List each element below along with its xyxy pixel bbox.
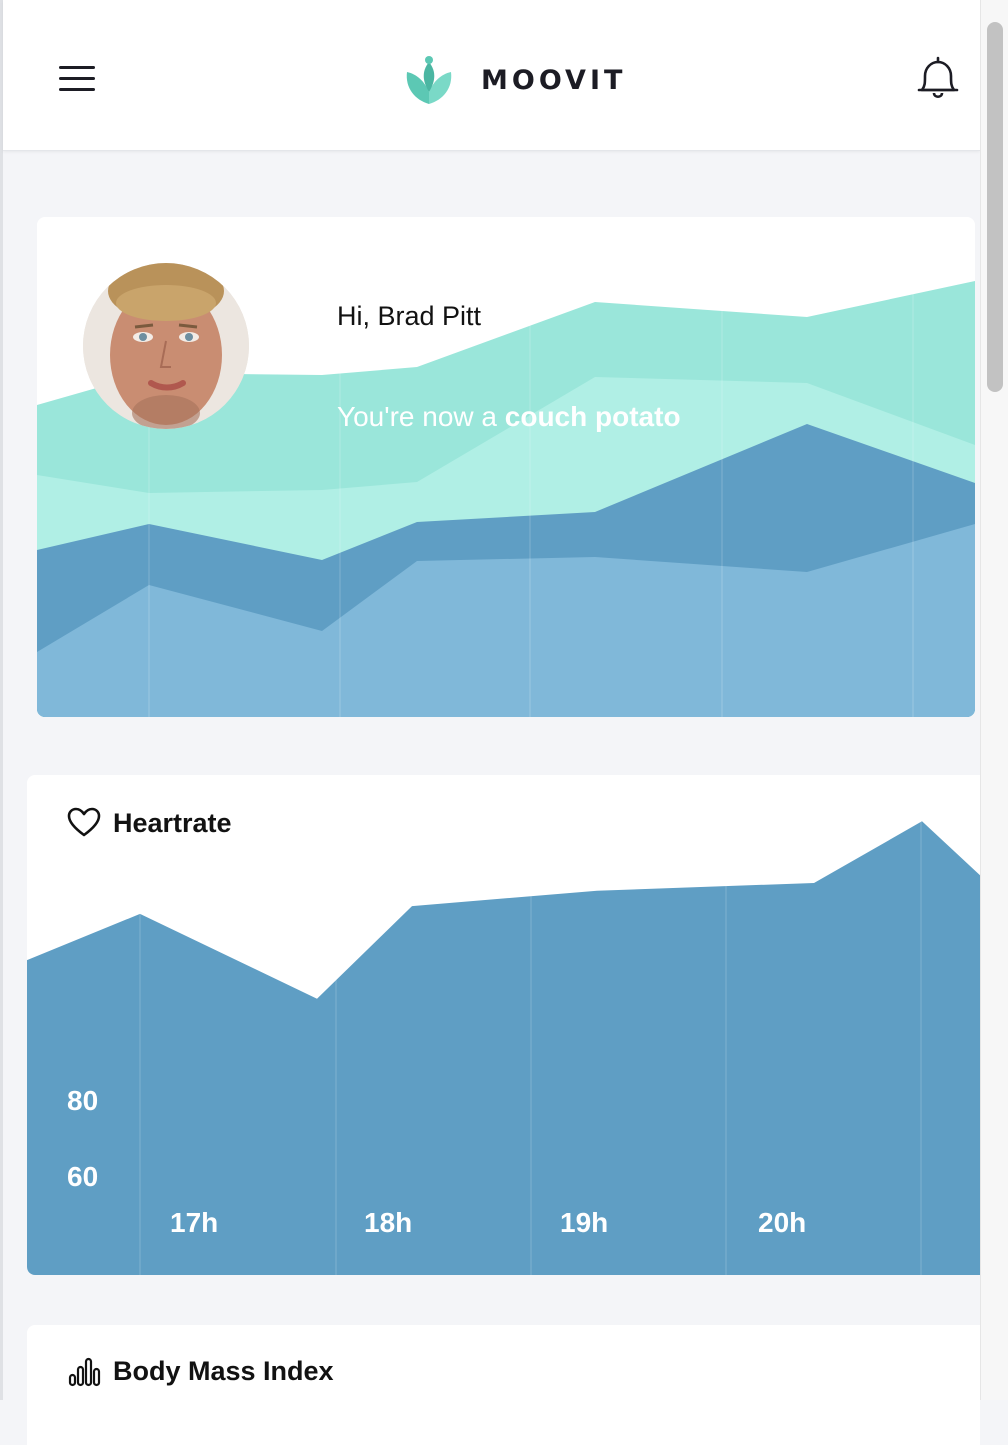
x-tick-label: 17h <box>170 1207 218 1238</box>
x-tick-label: 18h <box>364 1207 412 1238</box>
app-header: MOOVIT <box>3 0 980 151</box>
x-tick-label: 20h <box>758 1207 806 1238</box>
bmi-title: Body Mass Index <box>67 1355 334 1387</box>
window-left-edge <box>0 0 3 1400</box>
heartrate-title: Heartrate <box>67 807 232 839</box>
hamburger-menu-icon[interactable] <box>55 58 99 98</box>
y-tick-label: 60 <box>67 1161 98 1192</box>
heartrate-chart: 80 60 17h 18h 19h 20h <box>27 775 980 1275</box>
bmi-title-label: Body Mass Index <box>113 1355 334 1386</box>
x-tick-label: 19h <box>560 1207 608 1238</box>
greeting-text: Hi, Brad Pitt <box>337 301 482 331</box>
status-message: You're now a couch potato <box>337 401 681 433</box>
hero-card: Hi, Brad Pitt You're now a couch potato <box>37 217 975 717</box>
bar-chart-icon <box>68 1357 101 1387</box>
status-highlight: couch potato <box>504 401 681 432</box>
bell-icon[interactable] <box>911 56 965 102</box>
y-tick-label: 80 <box>67 1085 98 1116</box>
heartrate-card: 80 60 17h 18h 19h 20h Heartrate <box>27 775 980 1275</box>
app-logo[interactable]: MOOVIT <box>401 52 626 108</box>
heartrate-title-label: Heartrate <box>113 807 232 838</box>
heart-icon <box>67 807 101 837</box>
avatar[interactable] <box>83 263 249 429</box>
bmi-card: Body Mass Index <box>27 1325 980 1445</box>
scrollbar-thumb[interactable] <box>987 22 1003 392</box>
lotus-logo-icon <box>406 56 452 104</box>
app-title: MOOVIT <box>481 64 627 96</box>
status-prefix: You're now a <box>337 401 505 432</box>
